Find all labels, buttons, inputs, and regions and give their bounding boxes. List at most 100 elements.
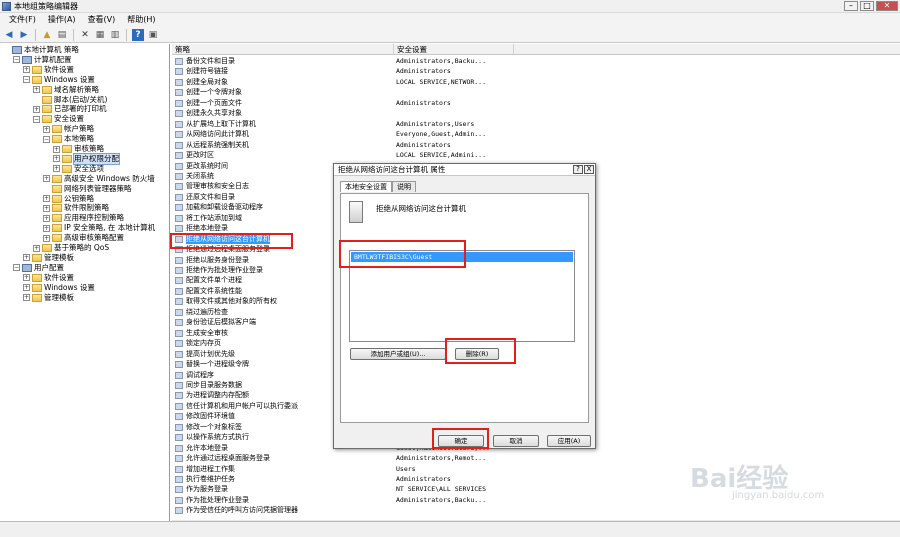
column-header-setting[interactable]: 安全设置 [394,44,514,55]
back-arrow-icon[interactable]: ◀ [3,29,15,41]
expand-toggle-icon[interactable]: + [43,125,50,133]
add-user-button[interactable]: 添加用户或组(U)... [350,348,446,360]
table-row[interactable]: 执行卷维护任务 Administrators [172,474,900,485]
table-row[interactable]: 增加进程工作集 Users [172,464,900,475]
tree-item-label: 安全选项 [74,163,104,173]
tab-local-security-setting[interactable]: 本地安全设置 [340,181,392,192]
tree-item[interactable]: + 高级审核策略配置 [43,233,124,243]
dialog-help-button[interactable]: ? [573,165,583,174]
tree-item[interactable]: +网络列表管理器策略 [43,184,132,194]
close-icon[interactable]: ✕ [876,1,898,11]
expand-toggle-icon[interactable]: − [33,115,40,123]
column-header-policy[interactable]: 策略 [172,44,394,55]
table-row[interactable]: 作为受信任的呼叫方访问凭据管理器 [172,505,900,516]
expand-toggle-icon[interactable]: + [43,234,50,242]
tree-item[interactable]: + 基于策略的 QoS [33,243,109,253]
tree-item[interactable]: − 安全设置 [33,114,84,124]
table-row[interactable]: 从网络访问此计算机 Everyone,Guest,Admin... [172,129,900,140]
delete-icon[interactable]: ✕ [79,29,91,41]
show-hide-tree-icon[interactable]: ▤ [56,29,68,41]
expand-toggle-icon[interactable]: − [13,56,20,64]
expand-toggle-icon[interactable]: − [43,135,50,143]
expand-toggle-icon[interactable]: + [23,274,30,282]
table-row[interactable]: 创建永久共享对象 [172,108,900,119]
help-icon[interactable]: ? [132,28,144,41]
tree-item[interactable]: + 软件设置 [23,273,74,283]
tree-item[interactable]: − 计算机配置 [13,55,72,65]
expand-toggle-icon[interactable]: + [43,195,50,202]
expand-toggle-icon[interactable]: + [43,224,50,232]
menu-view[interactable]: 查看(V) [83,13,121,27]
expand-toggle-icon[interactable]: + [33,244,40,252]
tree-item-label: 审核策略 [74,144,104,153]
expand-toggle-icon[interactable]: + [43,175,50,183]
table-row[interactable]: 创建一个令牌对象 [172,87,900,98]
expand-toggle-icon[interactable]: + [53,145,60,153]
policy-name: 作为服务登录 [186,485,228,494]
tree-item[interactable]: + 高级安全 Windows 防火墙 [43,174,155,184]
table-row[interactable]: 创建符号链接 Administrators [172,66,900,77]
tree-item[interactable]: + 管理模板 [23,293,74,303]
menu-bar: 文件(F) 操作(A) 查看(V) 帮助(H) [0,13,900,27]
menu-file[interactable]: 文件(F) [4,13,41,27]
table-row[interactable]: 备份文件和目录 Administrators,Backu... [172,56,900,67]
tree-item[interactable]: +脚本(启动/关机) [33,95,107,105]
tree-item[interactable]: + 审核策略 [53,144,104,154]
tree-item[interactable]: + 已部署的打印机 [33,104,107,114]
tree-item[interactable]: + 用户权限分配 [53,152,120,165]
policy-name: 配置文件单个进程 [186,276,242,285]
table-row[interactable]: 更改时区 LOCAL SERVICE,Admini... [172,150,900,161]
apply-button[interactable]: 应用(A) [547,435,591,447]
tree-item[interactable]: + Windows 设置 [23,283,95,293]
expand-toggle-icon[interactable]: + [53,155,60,163]
expand-toggle-icon[interactable]: + [53,165,60,173]
maximize-icon[interactable]: □ [860,1,874,11]
tree-item[interactable]: + 应用程序控制策略 [43,213,124,223]
expand-toggle-icon[interactable]: − [13,264,20,272]
table-row[interactable]: 从远程系统强制关机 Administrators [172,140,900,151]
folder-icon [42,115,52,124]
export-list-icon[interactable]: ▥ [109,29,121,41]
tree-item[interactable]: + 软件限制策略 [43,203,109,213]
forward-arrow-icon[interactable]: ▶ [18,29,30,41]
menu-help[interactable]: 帮助(H) [122,13,160,27]
cancel-button[interactable]: 取消 [493,435,539,447]
policy-name: 作为受信任的呼叫方访问凭据管理器 [186,506,298,515]
table-row[interactable]: 创建全局对象 LOCAL SERVICE,NETWOR... [172,77,900,88]
expand-toggle-icon[interactable]: + [43,204,50,212]
menu-action[interactable]: 操作(A) [43,13,81,27]
table-row[interactable]: 从扩展坞上取下计算机 Administrators,Users [172,119,900,130]
dialog-close-button[interactable]: X [584,165,594,174]
tree-item[interactable]: − 用户配置 [13,263,64,273]
folder-icon [32,253,42,262]
expand-toggle-icon[interactable]: + [23,66,30,74]
expand-toggle-icon[interactable]: − [23,76,30,84]
minimize-icon[interactable]: – [844,1,858,11]
tree-item[interactable]: + 域名解析策略 [33,85,99,95]
expand-toggle-icon[interactable]: + [43,214,50,222]
tree-item[interactable]: − Windows 设置 [23,75,95,85]
expand-toggle-icon[interactable]: + [23,294,30,301]
expand-toggle-icon[interactable]: + [33,86,40,94]
tree-item[interactable]: + 软件设置 [23,65,74,75]
tree-item[interactable]: +本地计算机 策略 [3,45,79,55]
policy-name: 管理审核和安全日志 [186,182,249,191]
policy-icon [175,277,183,285]
table-row[interactable]: 创建一个页面文件 Administrators [172,98,900,109]
tree-item[interactable]: + 帐户策略 [43,124,94,134]
tree-item[interactable]: + IP 安全策略, 在 本地计算机 [43,223,155,233]
security-setting: Administrators,Users [396,119,475,128]
tree-item[interactable]: + 管理模板 [23,253,74,263]
up-folder-icon[interactable]: ▲ [41,29,53,41]
expand-toggle-icon[interactable]: + [33,105,40,113]
tree-item[interactable]: − 本地策略 [43,134,94,144]
tree-item[interactable]: + 安全选项 [53,164,104,174]
snapin-icon[interactable]: ▣ [147,29,159,41]
tree-item[interactable]: + 公钥策略 [43,194,94,204]
properties-icon[interactable]: ▦ [94,29,106,41]
expand-toggle-icon[interactable]: + [23,284,30,292]
tab-explain[interactable]: 说明 [392,181,416,192]
table-row[interactable]: 允许通过远程桌面服务登录 Administrators,Remot... [172,453,900,464]
expand-toggle-icon[interactable]: + [23,254,30,262]
toolbar-separator [35,28,36,41]
